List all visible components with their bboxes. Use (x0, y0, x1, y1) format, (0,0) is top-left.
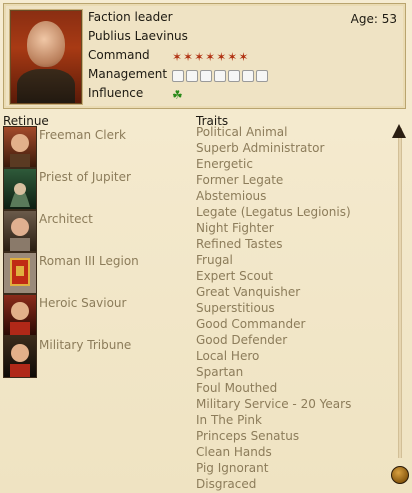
scrollbar-thumb[interactable] (391, 466, 409, 484)
standard-icon (3, 252, 37, 294)
trait-item[interactable]: Political Animal (196, 125, 287, 139)
retinue-item-label: Priest of Jupiter (39, 170, 131, 184)
trait-item[interactable]: Superb Administrator (196, 141, 324, 155)
trait-item[interactable]: Abstemious (196, 189, 266, 203)
trait-item[interactable]: Good Commander (196, 317, 305, 331)
retinue-item-label: Roman III Legion (39, 254, 139, 268)
character-portrait (10, 10, 82, 104)
influence-laurel-icon: ☘ (172, 88, 183, 102)
character-name: Publius Laevinus (88, 29, 188, 43)
trait-item[interactable]: Frugal (196, 253, 233, 267)
hooded-priest-icon (3, 168, 37, 210)
trait-item[interactable]: Princeps Senatus (196, 429, 299, 443)
management-slots (172, 70, 268, 82)
age-label: Age: 53 (350, 12, 397, 26)
trait-item[interactable]: Good Defender (196, 333, 287, 347)
trait-item[interactable]: Night Fighter (196, 221, 274, 235)
command-stars: ✶✶✶✶✶✶✶ (172, 50, 250, 64)
trait-item[interactable]: Clean Hands (196, 445, 272, 459)
trait-item[interactable]: Spartan (196, 365, 243, 379)
retinue-item[interactable]: Architect (3, 210, 188, 252)
management-slot-icon (200, 70, 212, 82)
trait-item[interactable]: Former Legate (196, 173, 283, 187)
trait-item[interactable]: Legate (Legatus Legionis) (196, 205, 351, 219)
trait-item[interactable]: Refined Tastes (196, 237, 282, 251)
trait-item[interactable]: Disgraced (196, 477, 256, 491)
retinue-item-label: Architect (39, 212, 93, 226)
role-label: Faction leader (88, 10, 173, 24)
person-icon (3, 294, 37, 336)
character-header: Faction leader Age: 53 Publius Laevinus … (3, 3, 406, 109)
retinue-item-label: Military Tribune (39, 338, 132, 352)
management-slot-icon (228, 70, 240, 82)
trait-item[interactable]: Great Vanquisher (196, 285, 300, 299)
person-icon (3, 336, 37, 378)
trait-item[interactable]: Expert Scout (196, 269, 273, 283)
management-slot-icon (172, 70, 184, 82)
trait-item[interactable]: Military Service - 20 Years (196, 397, 351, 411)
character-panel: Faction leader Age: 53 Publius Laevinus … (0, 0, 412, 493)
retinue-item[interactable]: Military Tribune (3, 336, 188, 378)
scrollbar-track[interactable] (398, 128, 402, 458)
management-slot-icon (214, 70, 226, 82)
retinue-item-label: Heroic Saviour (39, 296, 127, 310)
scroll-up-arrow-icon[interactable] (392, 124, 406, 138)
command-label: Command (88, 48, 150, 62)
person-icon (3, 126, 37, 168)
influence-label: Influence (88, 86, 144, 100)
management-slot-icon (242, 70, 254, 82)
management-slot-icon (256, 70, 268, 82)
retinue-item[interactable]: Roman III Legion (3, 252, 188, 294)
retinue-item-label: Freeman Clerk (39, 128, 126, 142)
person-icon (3, 210, 37, 252)
trait-item[interactable]: Superstitious (196, 301, 275, 315)
retinue-item[interactable]: Freeman Clerk (3, 126, 188, 168)
trait-item[interactable]: Energetic (196, 157, 253, 171)
management-label: Management (88, 67, 168, 81)
retinue-item[interactable]: Heroic Saviour (3, 294, 188, 336)
retinue-item[interactable]: Priest of Jupiter (3, 168, 188, 210)
management-slot-icon (186, 70, 198, 82)
trait-item[interactable]: Pig Ignorant (196, 461, 268, 475)
trait-item[interactable]: Foul Mouthed (196, 381, 277, 395)
trait-item[interactable]: Local Hero (196, 349, 259, 363)
trait-item[interactable]: In The Pink (196, 413, 262, 427)
